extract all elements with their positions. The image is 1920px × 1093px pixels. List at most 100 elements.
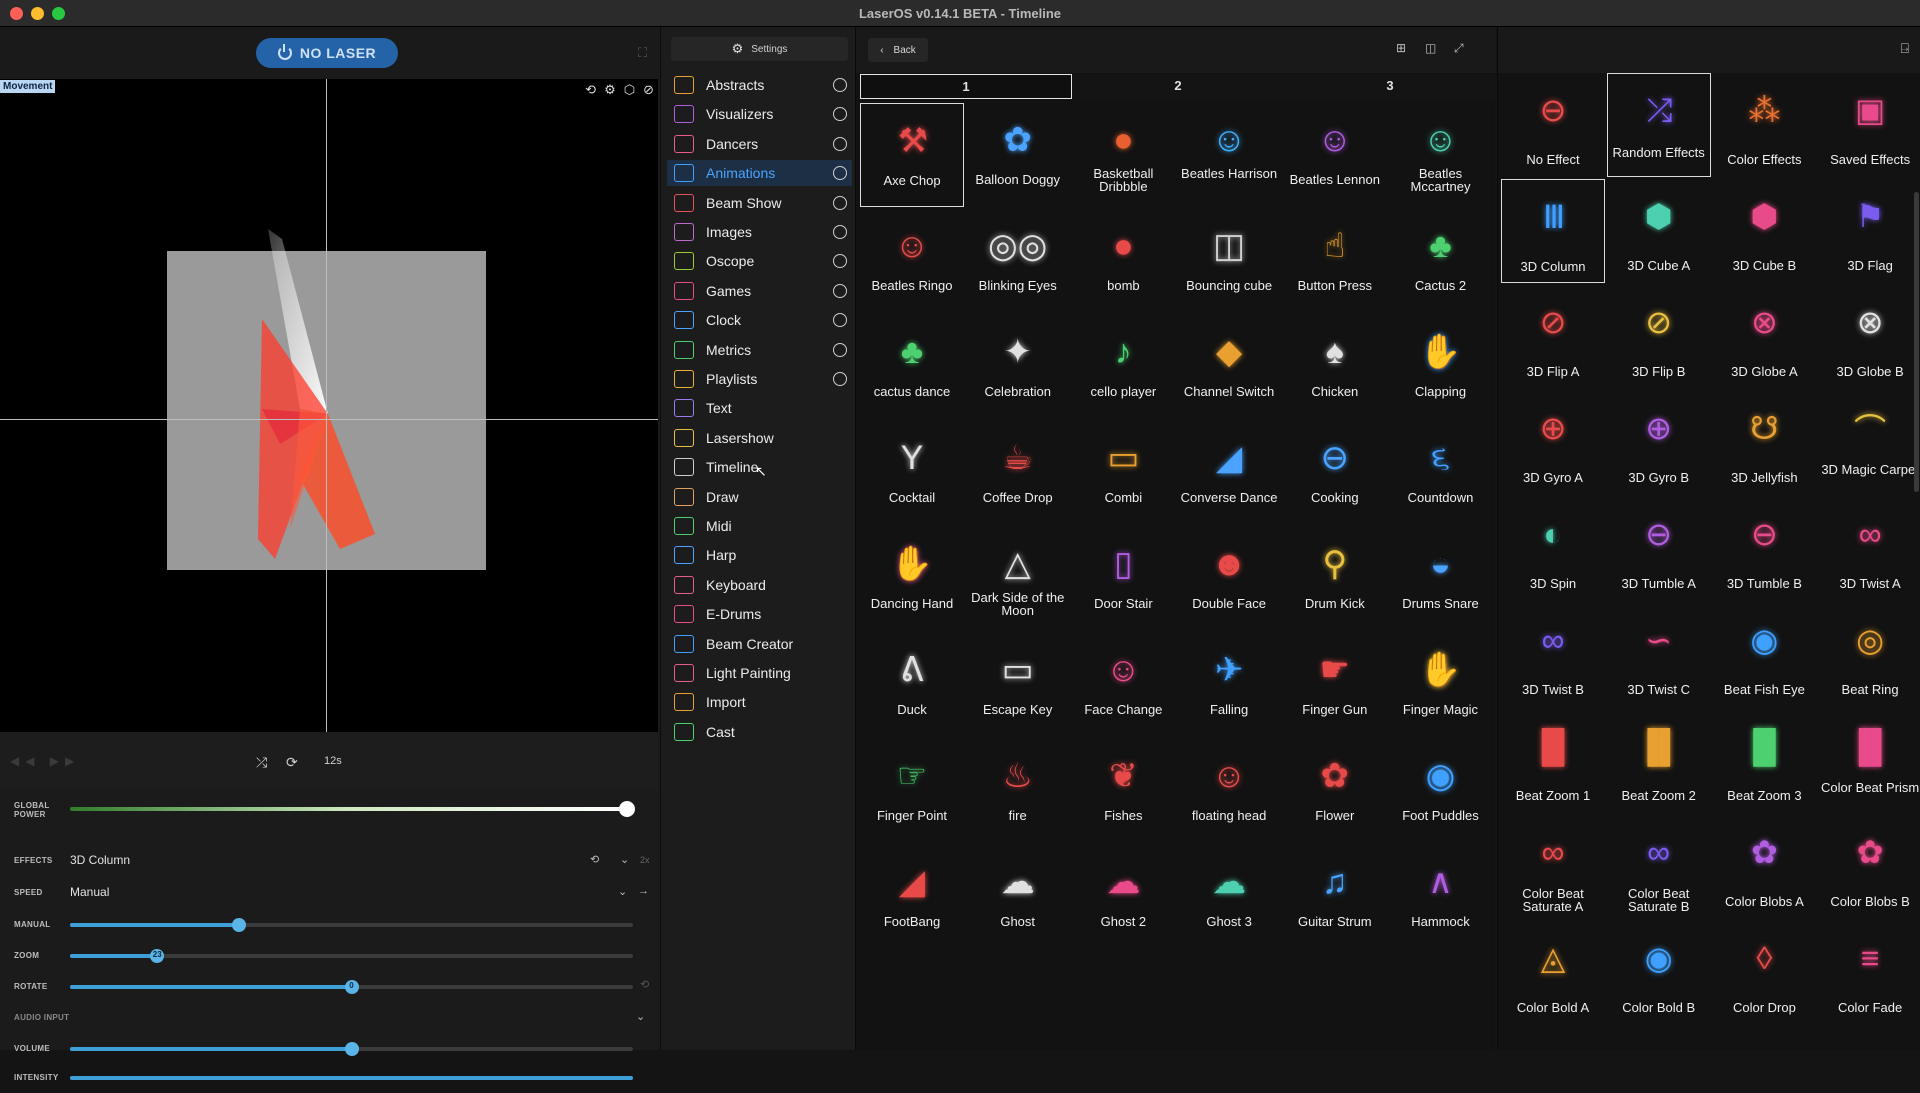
rotate-slider[interactable]: 0 [70,980,633,994]
animation-tile[interactable]: ✋ Finger Magic [1389,633,1493,737]
effect-tile[interactable]: ⊗ 3D Globe B [1818,285,1920,389]
animation-tile[interactable]: ✿ Balloon Doggy [966,103,1070,207]
speed-value[interactable]: Manual [70,885,109,899]
effect-tile[interactable]: ∞ 3D Twist B [1501,603,1605,707]
manual-knob[interactable] [231,918,246,932]
category-radio[interactable] [833,313,847,328]
animation-tile[interactable]: ☁ Ghost 3 [1177,845,1281,949]
effect-tile[interactable]: ▐▌ Beat Zoom 3 [1712,709,1816,813]
animation-tile[interactable]: ✦ Celebration [966,315,1070,419]
category-radio[interactable] [833,342,847,357]
intensity-slider[interactable] [70,1076,633,1080]
effect-tile[interactable]: ⊖ 3D Tumble B [1712,497,1816,601]
animation-tile[interactable]: ◉ Foot Puddles [1389,739,1493,843]
category-item-dancers[interactable]: Dancers [667,131,852,157]
animation-tile[interactable]: ☝ Button Press [1283,209,1387,313]
expand-icon[interactable]: ⛶ [638,45,647,61]
global-power-slider[interactable] [70,801,635,817]
manual-slider[interactable] [70,918,633,932]
animation-tile[interactable]: ☁ Ghost [966,845,1070,949]
effect-tile[interactable]: ◉ Beat Fish Eye [1712,603,1816,707]
category-radio[interactable] [833,254,847,269]
animation-tile[interactable]: ☕ Coffee Drop [966,421,1070,525]
tab-page-2[interactable]: 2 [1072,74,1284,99]
effect-tile[interactable]: ⤮ Random Effects [1606,73,1711,177]
effect-tile[interactable]: ◐ 3D Spin [1501,497,1605,601]
arrow-right-icon[interactable]: → [638,885,649,897]
no-laser-button[interactable]: NO LASER [256,38,398,68]
animation-tile[interactable]: ✿ Flower [1283,739,1387,843]
tab-page-3[interactable]: 3 [1284,74,1496,99]
reset-icon[interactable]: ⟲ [585,82,596,98]
category-radio[interactable] [833,225,847,239]
chevron-down-icon[interactable]: ⌄ [620,853,629,866]
cube-view-icon[interactable]: ⬡ [624,82,635,98]
effect-tile[interactable]: ≡ Color Fade [1818,921,1920,1025]
animation-tile[interactable]: ☺ floating head [1177,739,1281,843]
animation-tile[interactable]: ◆ Channel Switch [1177,315,1281,419]
category-radio[interactable] [833,78,847,92]
reset-effect-icon[interactable]: ⟲ [590,853,599,866]
category-item-draw[interactable]: Draw [667,484,852,510]
laser-preview[interactable]: Movement ⟲ ⚙ ⬡ ⊘ [0,79,658,732]
effect-tile[interactable]: ✿ Color Blobs A [1712,815,1816,919]
animation-tile[interactable]: ☺ Face Change [1071,633,1175,737]
animation-tile[interactable]: ☛ Finger Gun [1283,633,1387,737]
animation-tile[interactable]: ♫ Guitar Strum [1283,845,1387,949]
animation-tile[interactable]: ▭ Escape Key [966,633,1070,737]
volume-slider[interactable] [70,1042,633,1056]
effect-tile[interactable]: ⊘ 3D Flip B [1607,285,1711,389]
effect-tile[interactable]: ▐▌ Beat Zoom 2 [1607,709,1711,813]
category-item-harp[interactable]: Harp [667,542,852,568]
animation-tile[interactable]: ✋ Clapping [1389,315,1493,419]
volume-knob[interactable] [344,1042,359,1056]
zoom-slider[interactable]: 23 [70,949,633,963]
effect-tile[interactable]: ⌒ 3D Magic Carpet [1818,391,1920,495]
animation-tile[interactable]: ☺ Beatles Mccartney [1389,103,1493,207]
animation-tile[interactable]: ♪ cello player [1071,315,1175,419]
animation-tile[interactable]: ∧ Hammock [1389,845,1493,949]
repeat-icon[interactable]: ⟳ [286,754,298,771]
animation-tile[interactable]: ♣ Cactus 2 [1389,209,1493,313]
duration-label[interactable]: 12s [324,755,342,767]
speed-multiplier[interactable]: 2x [640,855,650,865]
effect-tile[interactable]: ∞ Color Beat Saturate B [1607,815,1711,919]
category-item-import[interactable]: Import [667,689,852,715]
effect-tile[interactable]: ◊ Color Drop [1712,921,1816,1025]
category-item-abstracts[interactable]: Abstracts [667,72,852,98]
category-item-playlists[interactable]: Playlists [667,366,852,392]
effect-tile[interactable]: ⊕ 3D Gyro A [1501,391,1605,495]
effect-tile[interactable]: ▣ Saved Effects [1818,73,1920,177]
effect-tile[interactable]: ⬢ 3D Cube A [1607,179,1711,283]
animation-tile[interactable]: ◒ Drums Snare [1389,527,1493,631]
animation-tile[interactable]: ☺ Beatles Lennon [1283,103,1387,207]
effect-tile[interactable]: ⊘ 3D Flip A [1501,285,1605,389]
collapse-icon[interactable]: ⍈ [1901,40,1909,57]
category-item-light-painting[interactable]: Light Painting [667,660,852,686]
effect-tile[interactable]: ⊕ 3D Gyro B [1607,391,1711,495]
animation-tile[interactable]: ▭ Combi [1071,421,1175,525]
shuffle-icon[interactable]: ⤮ [256,754,267,771]
category-item-visualizers[interactable]: Visualizers [667,101,852,127]
back-button[interactable]: ‹ Back [868,38,928,62]
category-radio[interactable] [833,107,847,122]
animation-tile[interactable]: ⚲ Drum Kick [1283,527,1387,631]
chevron-down-icon[interactable]: ⌄ [636,1010,645,1023]
animation-tile[interactable]: ◫ Bouncing cube [1177,209,1281,313]
effects-value[interactable]: 3D Column [70,853,130,867]
category-radio[interactable] [833,195,847,210]
effect-tile[interactable]: ∞ Color Beat Saturate A [1501,815,1605,919]
tab-page-1[interactable]: 1 [860,74,1072,99]
effect-tile[interactable]: ▐▌ Beat Zoom 1 [1501,709,1605,813]
animation-tile[interactable]: ⚒ Axe Chop [860,103,964,207]
effect-tile[interactable]: ◎ Beat Ring [1818,603,1920,707]
category-item-oscope[interactable]: Oscope [667,248,852,274]
category-radio[interactable] [833,283,847,298]
effect-tile[interactable]: ☋ 3D Jellyfish [1712,391,1816,495]
effect-tile[interactable]: ◉ Color Bold B [1607,921,1711,1025]
effect-tile[interactable]: Ⅲ 3D Column [1501,179,1605,283]
animation-tile[interactable]: △ Dark Side of the Moon [966,527,1070,631]
chevron-down-icon[interactable]: ⌄ [618,885,627,898]
animation-tile[interactable]: ● Basketball Dribbble [1071,103,1175,207]
category-item-lasershow[interactable]: Lasershow [667,425,852,451]
